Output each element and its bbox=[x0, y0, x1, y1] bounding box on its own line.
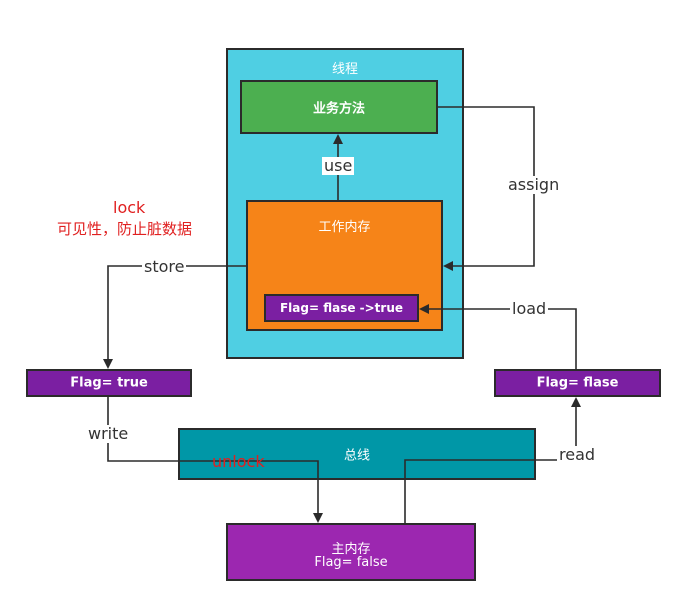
store-label: store bbox=[142, 257, 187, 276]
use-label: use bbox=[322, 156, 355, 175]
write-label: write bbox=[86, 424, 131, 443]
load-arrow bbox=[419, 304, 577, 369]
store-arrow bbox=[103, 265, 246, 369]
read-arrow bbox=[404, 397, 581, 523]
connectors bbox=[103, 106, 581, 523]
assign-label: assign bbox=[506, 175, 562, 194]
read-label: read bbox=[557, 445, 598, 464]
load-label: load bbox=[510, 299, 549, 318]
lock-note: lock bbox=[113, 198, 146, 217]
unlock-label: unlock bbox=[212, 452, 265, 471]
visibility-note: 可见性，防止脏数据 bbox=[57, 220, 193, 238]
